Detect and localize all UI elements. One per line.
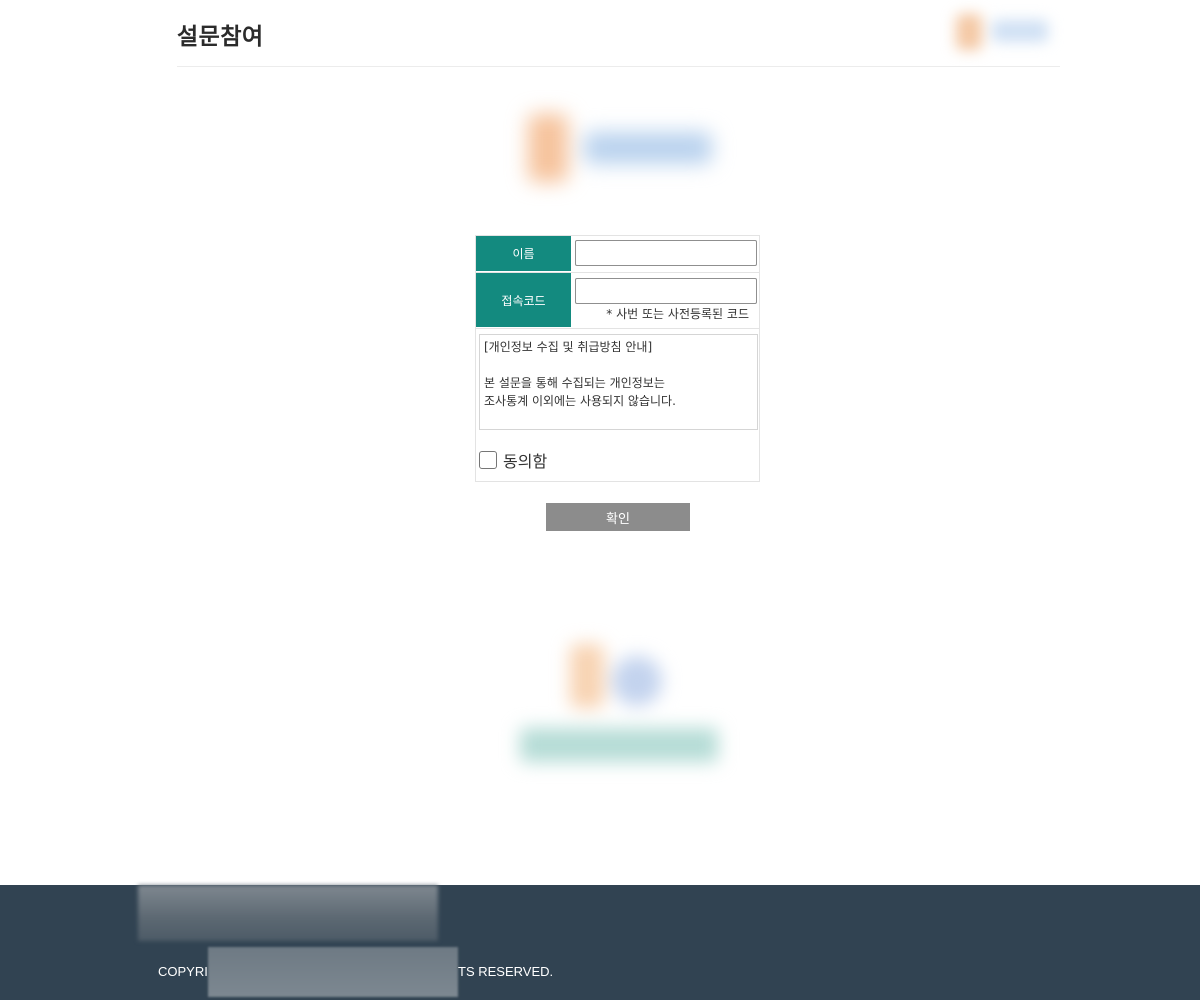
bottom-banner-image <box>508 636 730 770</box>
privacy-notice[interactable]: [개인정보 수집 및 취급방침 안내] 본 설문을 통해 수집되는 개인정보는 … <box>479 334 758 430</box>
privacy-notice-line <box>484 356 753 374</box>
center-logo <box>516 108 724 188</box>
footer-redacted-block <box>208 947 458 997</box>
access-code-input[interactable] <box>575 278 757 304</box>
login-form: 이름 접속코드 * 사번 또는 사전등록된 코드 [개인정보 수집 및 취급방침… <box>475 235 760 482</box>
header-logo <box>948 6 1056 56</box>
agree-label[interactable]: 동의함 <box>503 448 547 472</box>
header-logo-mark <box>956 14 982 50</box>
footer-copyright-right: TS RESERVED. <box>458 964 554 979</box>
privacy-notice-line: 본 설문을 통해 수집되는 개인정보는 <box>484 376 665 390</box>
center-logo-mark <box>528 114 568 182</box>
agree-checkbox[interactable] <box>479 451 497 469</box>
center-logo-text <box>584 132 712 164</box>
page-footer: COPYRI TS RESERVED. <box>0 885 1200 1000</box>
agree-row[interactable]: 동의함 <box>479 447 547 473</box>
row-divider <box>476 328 759 329</box>
name-label: 이름 <box>476 236 571 271</box>
banner-shape-blue <box>612 656 662 706</box>
privacy-notice-line: 조사통계 이외에는 사용되지 않습니다. <box>484 394 676 408</box>
footer-redacted-block <box>138 885 438 941</box>
privacy-notice-line: [개인정보 수집 및 취급방침 안내] <box>484 340 653 354</box>
name-input[interactable] <box>575 240 757 266</box>
page-title: 설문참여 <box>177 24 264 50</box>
banner-shape-teal <box>520 728 718 762</box>
footer-copyright-left: COPYRI <box>158 964 208 979</box>
page-header: 설문참여 <box>177 0 1060 67</box>
banner-shape-orange <box>570 644 604 708</box>
header-logo-text <box>992 20 1048 42</box>
access-code-hint: * 사번 또는 사전등록된 코드 <box>606 307 749 321</box>
access-code-label: 접속코드 <box>476 273 571 327</box>
confirm-button[interactable]: 확인 <box>546 503 690 531</box>
